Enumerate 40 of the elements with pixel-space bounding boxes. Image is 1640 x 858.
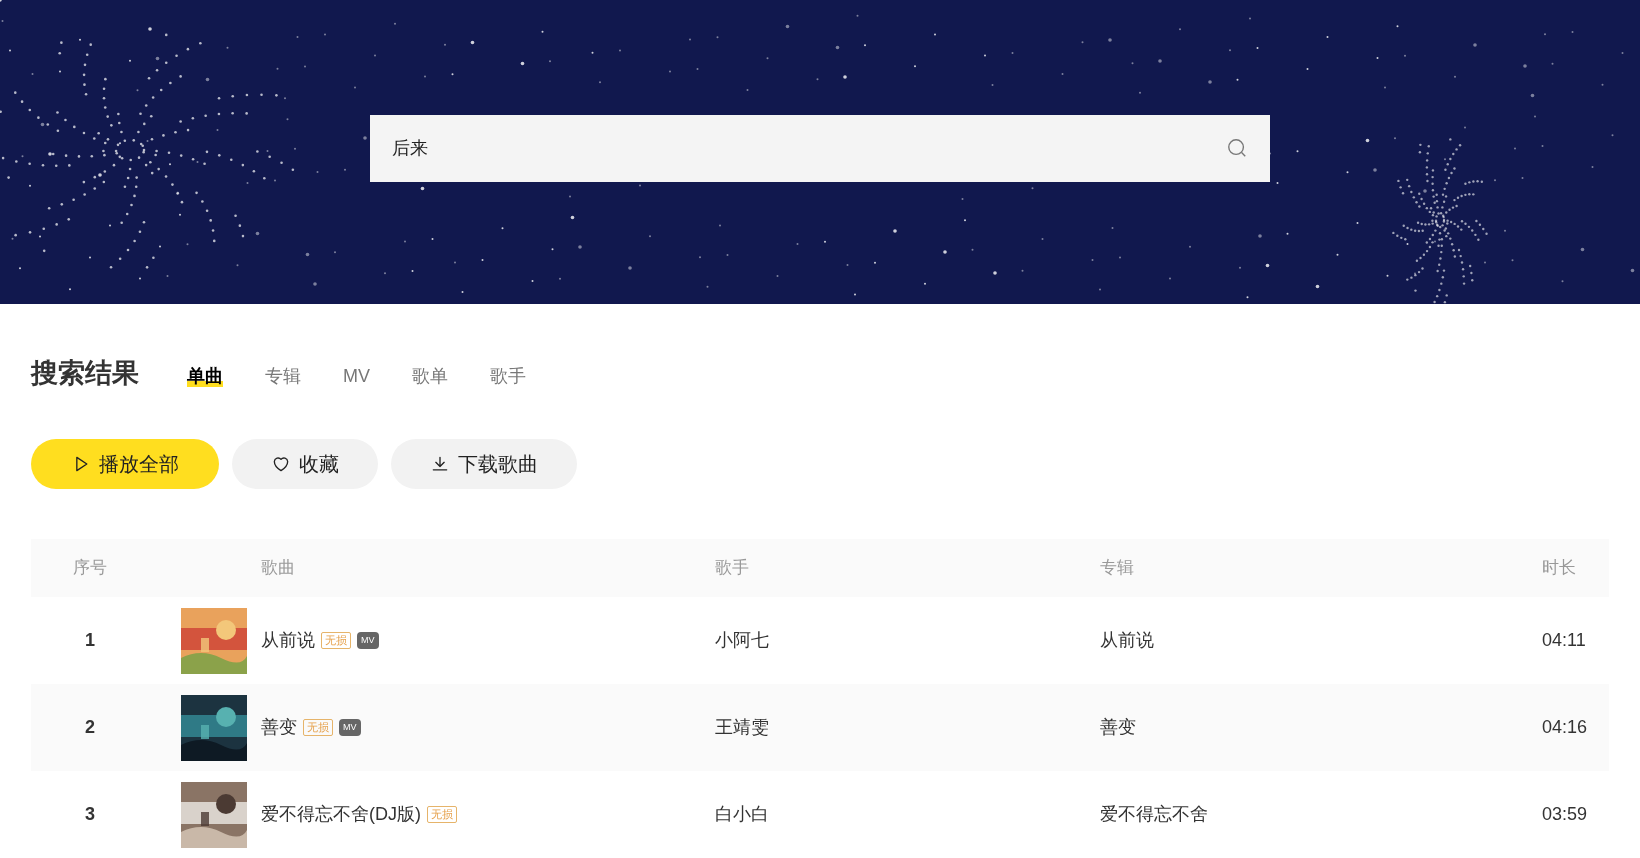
results-title: 搜索结果 — [31, 360, 139, 387]
album-name[interactable]: 善变 — [1100, 714, 1542, 741]
download-button[interactable]: 下载歌曲 — [391, 439, 577, 489]
download-icon — [430, 454, 450, 474]
favorite-button[interactable]: 收藏 — [232, 439, 378, 489]
search-field[interactable]: 后来 — [370, 114, 1270, 182]
lossless-badge: 无损 — [321, 632, 351, 649]
song-row[interactable]: 2 善变 无损 MV 王靖雯 善变 04:16 — [31, 684, 1609, 771]
singer-name[interactable]: 王靖雯 — [715, 714, 1100, 741]
album-name[interactable]: 爱不得忘不舍 — [1100, 801, 1542, 828]
result-tab[interactable]: 歌单 — [412, 367, 448, 387]
search-icon[interactable] — [1226, 137, 1248, 159]
lossless-badge: 无损 — [427, 806, 457, 823]
column-header: 序号 — [73, 557, 107, 580]
result-tab[interactable]: 专辑 — [265, 367, 301, 387]
song-title[interactable]: 从前说 — [261, 627, 315, 654]
duration: 04:16 — [1542, 716, 1589, 739]
duration: 04:11 — [1542, 629, 1587, 652]
row-number: 1 — [85, 629, 95, 652]
result-tab[interactable]: 歌手 — [490, 367, 526, 387]
result-tab[interactable]: 单曲 — [187, 367, 223, 387]
lossless-badge: 无损 — [303, 719, 333, 736]
song-title[interactable]: 爱不得忘不舍(DJ版) — [261, 801, 421, 828]
result-tab[interactable]: MV — [343, 367, 370, 387]
duration: 03:59 — [1542, 803, 1589, 826]
song-title[interactable]: 善变 — [261, 714, 297, 741]
column-header: 时长 — [1542, 557, 1577, 580]
row-number: 2 — [85, 716, 95, 739]
row-number: 3 — [85, 803, 95, 826]
singer-name[interactable]: 白小白 — [715, 801, 1100, 828]
mv-badge[interactable]: MV — [339, 719, 361, 736]
column-header: 歌曲 — [261, 557, 296, 580]
album-name[interactable]: 从前说 — [1100, 627, 1542, 654]
column-header: 专辑 — [1100, 557, 1135, 580]
search-input[interactable]: 后来 — [392, 134, 1092, 162]
play-all-button[interactable]: 播放全部 — [31, 439, 219, 489]
singer-name[interactable]: 小阿七 — [715, 627, 1100, 654]
mv-badge[interactable]: MV — [357, 632, 379, 649]
heart-icon — [271, 454, 291, 474]
column-header: 歌手 — [715, 557, 750, 580]
